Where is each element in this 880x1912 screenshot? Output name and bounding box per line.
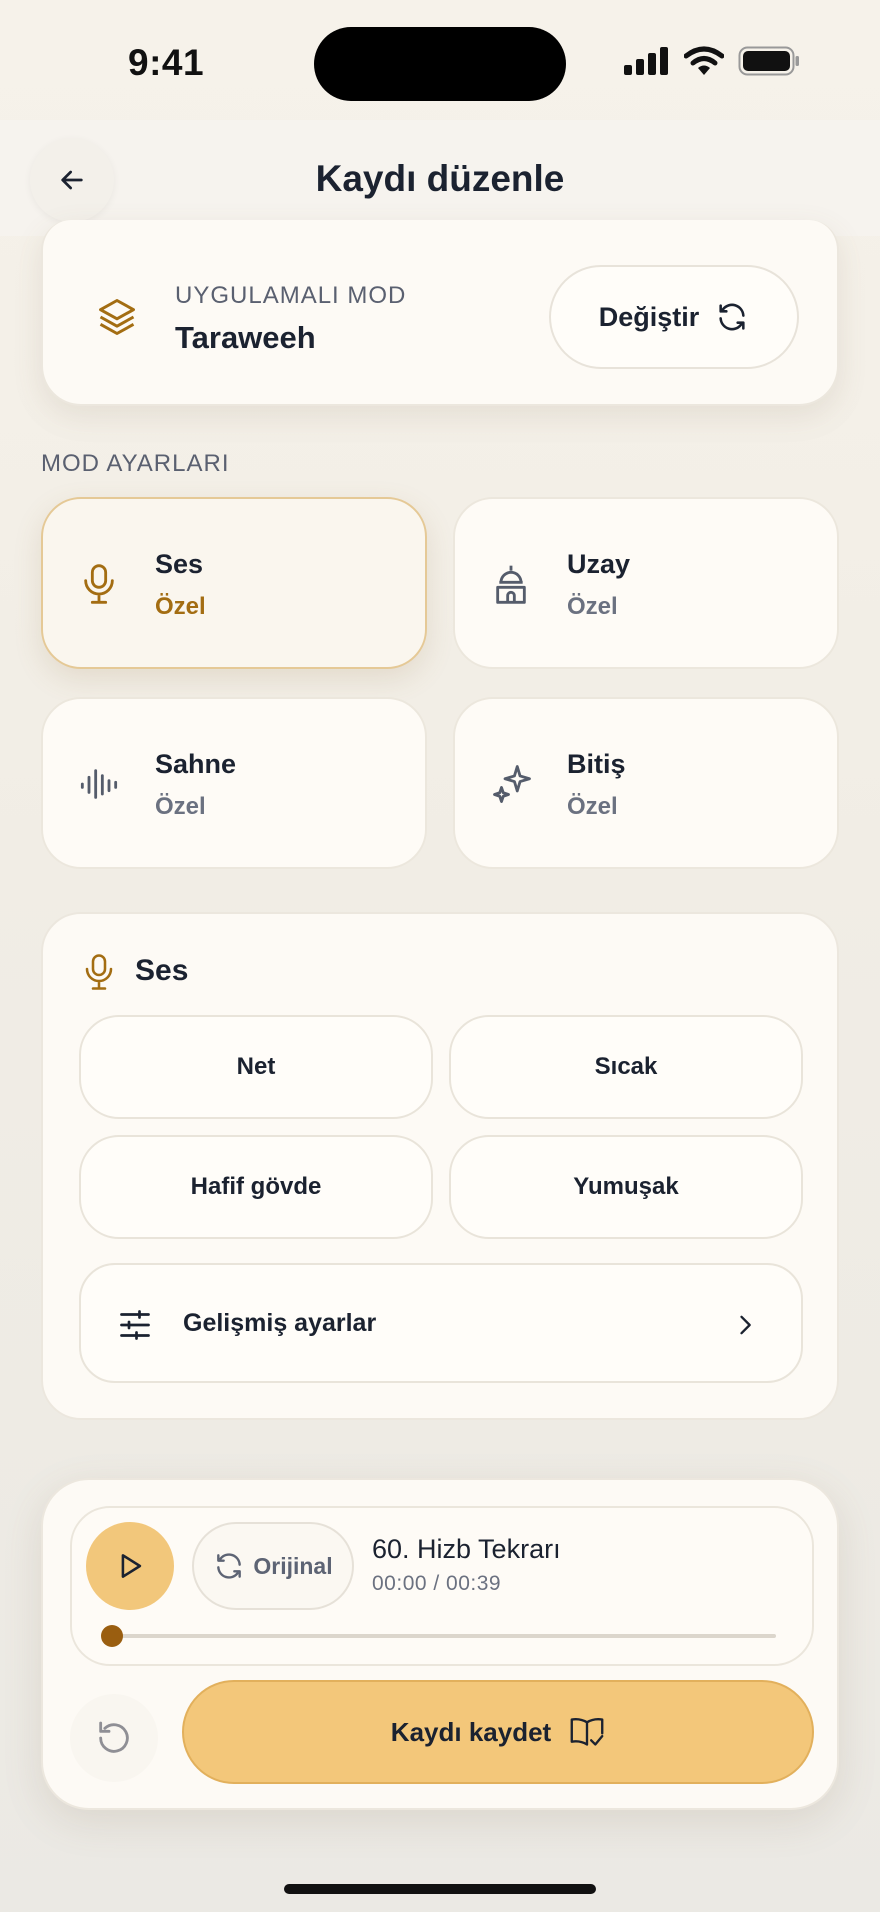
mode-settings-label: MOD AYARLARI: [41, 450, 230, 477]
tile-subtitle: Özel: [155, 793, 206, 820]
tile-finish[interactable]: Bitiş Özel: [453, 697, 839, 869]
option-light-body[interactable]: Hafif gövde: [79, 1135, 433, 1239]
audio-player: Orijinal 60. Hizb Tekrarı 00:00 / 00:39: [70, 1506, 814, 1666]
progress-knob[interactable]: [101, 1625, 123, 1647]
tile-title: Sahne: [155, 749, 237, 779]
cellular-signal-icon: [624, 47, 668, 75]
wifi-icon: [684, 46, 724, 75]
home-indicator: [284, 1884, 596, 1894]
option-warm[interactable]: Sıcak: [449, 1015, 803, 1119]
track-title: 60. Hizb Tekrarı: [372, 1534, 561, 1564]
change-mode-label: Değiştir: [598, 301, 700, 332]
page-title: Kaydı düzenle: [315, 158, 565, 199]
mode-label: UYGULAMALI MOD: [175, 282, 407, 309]
tile-space[interactable]: Uzay Özel: [453, 497, 839, 669]
tile-sound[interactable]: Ses Özel: [41, 497, 427, 669]
refresh-icon: [719, 303, 745, 331]
mode-value: Taraweeh: [175, 320, 316, 355]
progress-slider[interactable]: [101, 1625, 776, 1647]
microphone-icon: [85, 954, 113, 990]
sliders-icon: [120, 1310, 150, 1340]
save-recording-button[interactable]: Kaydı kaydet: [182, 1680, 814, 1784]
reset-button[interactable]: [70, 1694, 158, 1782]
save-recording-label: Kaydı kaydet: [390, 1716, 552, 1747]
status-bar: 9:41: [0, 0, 880, 120]
mosque-icon: [496, 565, 526, 604]
top-header: Kaydı düzenle: [0, 120, 880, 236]
advanced-settings-button[interactable]: Gelişmiş ayarlar: [79, 1263, 803, 1383]
layers-icon: [99, 299, 135, 335]
applied-mode-card: UYGULAMALI MOD Taraweeh Değiştir: [41, 220, 839, 406]
book-check-icon: [570, 1718, 604, 1746]
tile-title: Ses: [155, 549, 204, 579]
chevron-right-icon: [740, 1315, 751, 1335]
tile-subtitle: Özel: [155, 593, 206, 620]
waveform-icon: [80, 769, 118, 799]
status-time: 9:41: [128, 42, 205, 83]
track-time: 00:00 / 00:39: [372, 1572, 502, 1595]
tile-subtitle: Özel: [567, 593, 618, 620]
original-toggle-button[interactable]: Orijinal: [192, 1522, 354, 1610]
refresh-icon: [217, 1553, 242, 1579]
tile-title: Bitiş: [567, 749, 626, 779]
status-icons: [624, 46, 800, 76]
tile-title: Uzay: [567, 549, 631, 579]
play-button[interactable]: [86, 1522, 174, 1610]
panel-title: Ses: [135, 954, 189, 987]
tile-stage[interactable]: Sahne Özel: [41, 697, 427, 869]
advanced-settings-label: Gelişmiş ayarlar: [183, 1309, 377, 1337]
option-net[interactable]: Net: [79, 1015, 433, 1119]
change-mode-button[interactable]: Değiştir: [549, 265, 799, 369]
battery-icon: [738, 46, 799, 76]
undo-icon: [99, 1721, 129, 1753]
sparkle-icon: [493, 765, 531, 803]
play-icon: [121, 1554, 142, 1578]
tile-subtitle: Özel: [567, 793, 618, 820]
option-soft[interactable]: Yumuşak: [449, 1135, 803, 1239]
sound-settings-panel: Ses Net Sıcak Hafif gövde Yumuşak Gelişm…: [41, 912, 839, 1420]
microphone-icon: [84, 564, 114, 604]
original-label: Orijinal: [253, 1552, 333, 1579]
dynamic-island: [314, 27, 566, 101]
player-card: Orijinal 60. Hizb Tekrarı 00:00 / 00:39 …: [41, 1478, 839, 1810]
